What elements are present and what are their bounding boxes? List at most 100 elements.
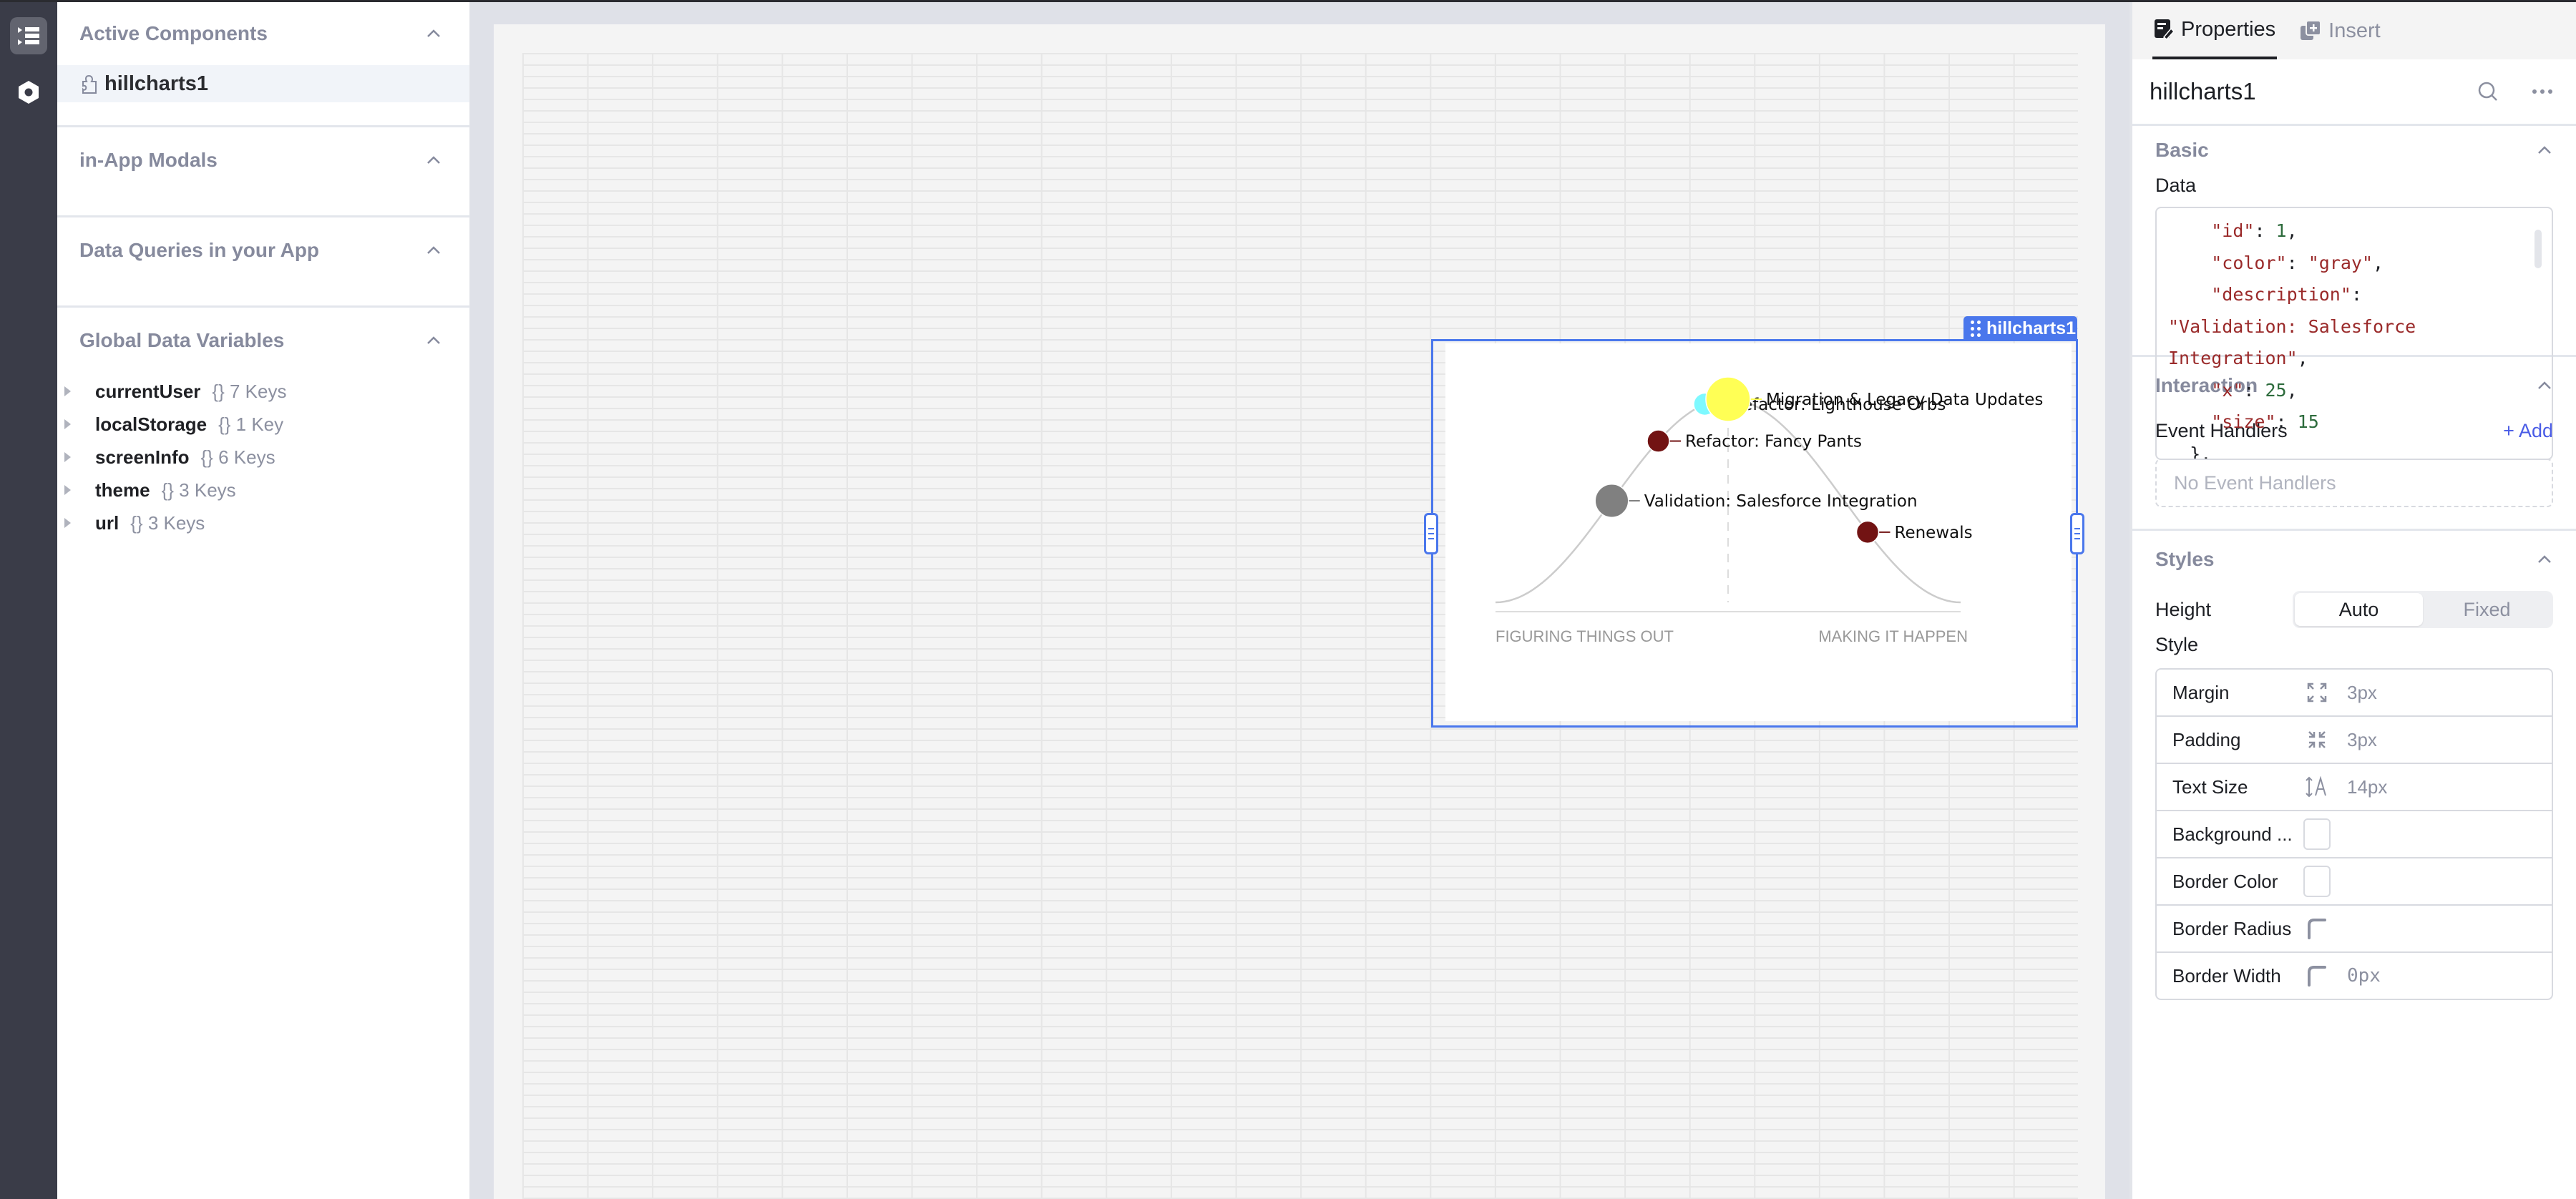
- variable-name: screenInfo: [95, 446, 190, 468]
- puzzle-piece-icon: [82, 74, 97, 94]
- height-label: Height: [2155, 598, 2212, 620]
- style-row-border-radius[interactable]: Border Radius: [2157, 906, 2552, 953]
- section-header[interactable]: Basic: [2155, 126, 2553, 175]
- active-components-section: Active Components hillcharts1: [57, 2, 469, 127]
- data-queries-section: Data Queries in your App: [57, 217, 469, 308]
- expand-triangle-icon[interactable]: [64, 452, 71, 462]
- tab-insert[interactable]: Insert: [2298, 2, 2382, 59]
- code-key: "description": [2211, 284, 2351, 305]
- search-icon[interactable]: [2477, 81, 2499, 102]
- code-line: "color": "gray",: [2168, 248, 2552, 280]
- global-variable-item[interactable]: currentUser {} 7 Keys: [57, 375, 469, 408]
- style-row-value[interactable]: 14px: [2347, 776, 2387, 798]
- style-row-label: Background ...: [2172, 823, 2293, 845]
- code-punct: :: [2254, 220, 2276, 241]
- properties-icon: [2155, 19, 2174, 40]
- section-title: Styles: [2155, 548, 2215, 570]
- editor-scrollbar[interactable]: [2534, 230, 2542, 268]
- style-row-value[interactable]: 3px: [2347, 729, 2377, 751]
- code-line: "size": 15: [2168, 406, 2552, 439]
- global-variable-item[interactable]: theme {} 3 Keys: [57, 474, 469, 506]
- drag-handle-icon[interactable]: [1971, 320, 1981, 337]
- expand-triangle-icon[interactable]: [64, 419, 71, 429]
- section-header[interactable]: Styles: [2155, 531, 2553, 588]
- code-value: },: [2190, 443, 2212, 460]
- chevron-up-icon[interactable]: [2536, 142, 2553, 159]
- resize-handle-right[interactable]: [2070, 513, 2084, 554]
- code-line: Integration",: [2168, 343, 2552, 375]
- selection-outline: [1431, 339, 2078, 728]
- chevron-up-icon[interactable]: [425, 25, 442, 42]
- component-item-hillcharts1[interactable]: hillcharts1: [57, 65, 469, 102]
- component-name: hillcharts1: [104, 72, 209, 95]
- code-key: "x": [2211, 379, 2244, 401]
- border-radius-icon: [2308, 919, 2326, 939]
- section-header[interactable]: Active Components: [57, 2, 469, 65]
- global-variable-item[interactable]: localStorage {} 1 Key: [57, 408, 469, 441]
- variable-name: url: [95, 512, 119, 534]
- section-header[interactable]: Data Queries in your App: [57, 217, 469, 283]
- more-options-icon[interactable]: [2532, 88, 2553, 95]
- global-variable-item[interactable]: url {} 3 Keys: [57, 506, 469, 539]
- style-row-text-size[interactable]: Text Size 14px: [2157, 764, 2552, 811]
- expand-triangle-icon[interactable]: [64, 518, 71, 528]
- border-color-swatch[interactable]: [2303, 866, 2331, 897]
- code-punct: :: [2275, 411, 2298, 432]
- style-row-value[interactable]: 3px: [2347, 682, 2377, 704]
- chevron-up-icon[interactable]: [425, 242, 442, 259]
- component-header: hillcharts1: [2132, 59, 2576, 126]
- data-code-editor[interactable]: "id": 1, "color": "gray", "description":…: [2155, 207, 2553, 460]
- code-value: 15: [2297, 411, 2319, 432]
- style-row-label: Text Size: [2172, 775, 2248, 798]
- global-variable-item[interactable]: screenInfo {} 6 Keys: [57, 441, 469, 474]
- selected-component-tag[interactable]: hillcharts1: [1963, 316, 2077, 341]
- code-value: Integration": [2168, 348, 2298, 368]
- tab-properties[interactable]: Properties: [2152, 2, 2278, 59]
- variable-meta: {} 1 Key: [218, 413, 284, 435]
- section-header[interactable]: Global Data Variables: [57, 308, 469, 373]
- code-key: "id": [2211, 220, 2255, 241]
- code-key: "color": [2211, 252, 2287, 273]
- section-header[interactable]: in-App Modals: [57, 127, 469, 193]
- basic-section: Basic Data "id": 1, "color": "gray", "de…: [2132, 126, 2576, 460]
- style-row-padding[interactable]: Padding 3px: [2157, 717, 2552, 764]
- section-title: Data Queries in your App: [79, 239, 320, 261]
- variable-meta: {} 7 Keys: [212, 380, 287, 402]
- style-row-label: Border Width: [2172, 964, 2281, 987]
- expand-triangle-icon[interactable]: [64, 485, 71, 495]
- border-width-icon: [2308, 966, 2326, 987]
- style-row-margin[interactable]: Margin 3px: [2157, 670, 2552, 717]
- settings-button[interactable]: [10, 74, 47, 111]
- chevron-up-icon[interactable]: [425, 332, 442, 349]
- code-key: "size": [2211, 411, 2276, 432]
- height-option-fixed[interactable]: Fixed: [2423, 593, 2551, 626]
- component-tree-icon: [18, 27, 39, 45]
- code-line: },: [2168, 439, 2552, 460]
- chevron-up-icon[interactable]: [2536, 551, 2553, 568]
- component-name-title[interactable]: hillcharts1: [2150, 78, 2256, 105]
- style-properties-table: Margin 3px Padding 3px Text Size 14px Ba…: [2155, 668, 2553, 1000]
- height-option-auto[interactable]: Auto: [2295, 593, 2423, 626]
- variable-name: currentUser: [95, 380, 201, 402]
- resize-handle-left[interactable]: [1424, 513, 1438, 554]
- variable-meta: {} 3 Keys: [130, 512, 205, 534]
- style-row-background-color[interactable]: Background ...: [2157, 811, 2552, 858]
- code-punct: :: [2351, 284, 2362, 305]
- component-tree-button[interactable]: [10, 17, 47, 54]
- style-row-value[interactable]: 0px: [2347, 965, 2381, 987]
- text-size-icon: [2306, 776, 2326, 798]
- panel-tabs: Properties Insert: [2132, 2, 2576, 59]
- style-row-border-width[interactable]: Border Width 0px: [2157, 953, 2552, 999]
- chevron-up-icon[interactable]: [425, 152, 442, 169]
- settings-hexagon-icon: [19, 81, 39, 104]
- code-value: 1: [2275, 220, 2287, 241]
- data-label: Data: [2155, 175, 2197, 196]
- style-row-border-color[interactable]: Border Color: [2157, 858, 2552, 906]
- code-line: "Validation: Salesforce: [2168, 311, 2552, 343]
- in-app-modals-section: in-App Modals: [57, 127, 469, 217]
- code-value: "gray": [2308, 252, 2373, 273]
- right-panel: Properties Insert hillcharts1 Basic Data…: [2129, 2, 2576, 1199]
- background-color-swatch[interactable]: [2303, 818, 2331, 850]
- section-title: Global Data Variables: [79, 329, 285, 351]
- expand-triangle-icon[interactable]: [64, 386, 71, 396]
